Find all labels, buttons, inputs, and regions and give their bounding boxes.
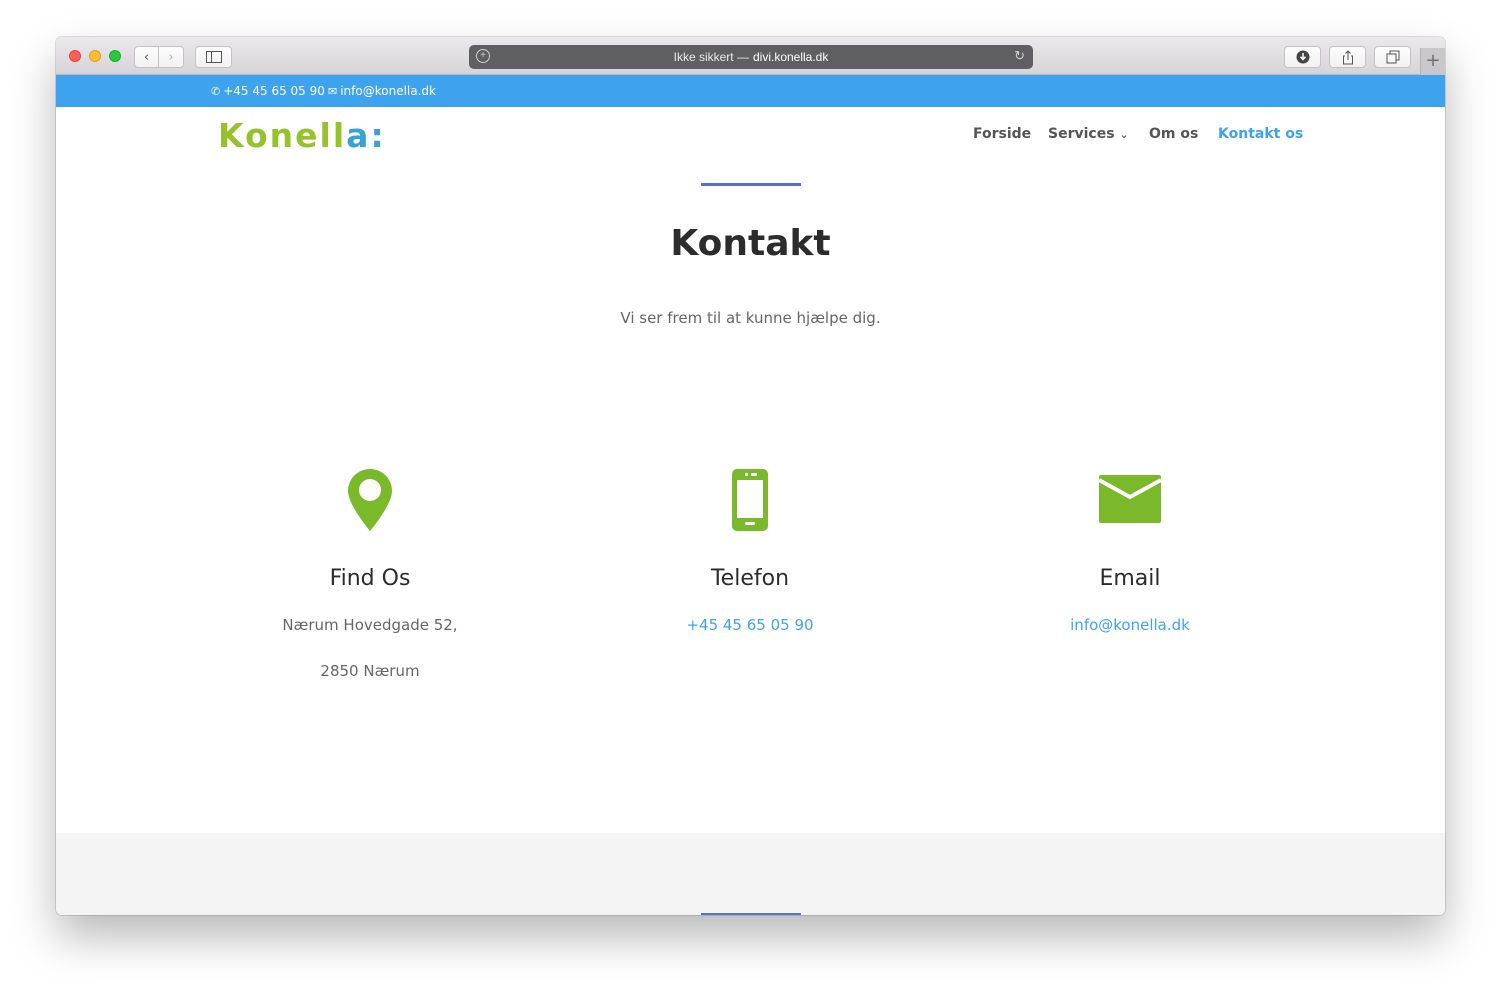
- address-bar[interactable]: + Ikke sikkert — divi.konella.dk ↻: [469, 45, 1033, 69]
- mail-icon: ✉: [328, 84, 338, 98]
- nav-services-label: Services: [1048, 126, 1115, 142]
- security-status: Ikke sikkert —: [673, 50, 749, 64]
- add-bookmark-icon[interactable]: +: [476, 49, 490, 63]
- share-icon: [1342, 49, 1353, 64]
- next-section: [56, 833, 1445, 915]
- sidebar-toggle-button[interactable]: [195, 46, 232, 68]
- minimize-window-button[interactable]: [89, 50, 101, 62]
- section-divider-bottom: [701, 913, 801, 915]
- back-button[interactable]: ‹: [134, 46, 159, 68]
- reload-icon[interactable]: ↻: [1014, 48, 1025, 64]
- phone-link[interactable]: +45 45 65 05 90: [560, 616, 940, 634]
- email-link[interactable]: info@konella.dk: [940, 616, 1320, 634]
- browser-toolbar: ‹ › + Ikke sikkert — divi.konella.dk ↻ +: [56, 37, 1445, 75]
- location-icon-wrapper: [180, 469, 560, 533]
- envelope-icon: [1099, 475, 1161, 523]
- phone-icon: ✆: [211, 84, 221, 98]
- phone-title: Telefon: [710, 566, 790, 591]
- address-street: Nærum Hovedgade 52,: [282, 616, 458, 634]
- download-icon: [1296, 50, 1309, 64]
- chevron-down-icon: ⌄: [1119, 128, 1129, 141]
- address-city: 2850 Nærum: [320, 662, 420, 680]
- sidebar-icon: [205, 51, 222, 63]
- nav-om-os[interactable]: Om os: [1149, 126, 1198, 142]
- chevron-right-icon: ›: [168, 49, 174, 65]
- page-title: Kontakt: [670, 223, 831, 264]
- nav-forside[interactable]: Forside: [973, 126, 1031, 142]
- phone-icon-wrapper: [560, 469, 940, 533]
- logo-accent: a: [346, 116, 371, 155]
- logo-colon: :: [370, 116, 386, 155]
- tabs-overview-icon: [1386, 50, 1399, 64]
- find-us-title: Find Os: [329, 566, 411, 591]
- email-icon-wrapper: [940, 469, 1320, 533]
- email-title: Email: [1099, 566, 1161, 591]
- nav-kontakt-os[interactable]: Kontakt os: [1218, 126, 1303, 142]
- section-divider: [701, 183, 801, 186]
- browser-window: ‹ › + Ikke sikkert — divi.konella.dk ↻ +…: [56, 37, 1445, 915]
- page-subtitle: Vi ser frem til at kunne hjælpe dig.: [620, 309, 881, 327]
- zoom-window-button[interactable]: [109, 50, 121, 62]
- logo-text: Konell: [218, 116, 347, 155]
- mobile-phone-icon: [732, 469, 768, 531]
- chevron-left-icon: ‹: [143, 49, 150, 65]
- url-domain: divi.konella.dk: [752, 50, 829, 64]
- site-logo[interactable]: Konella:: [218, 116, 386, 155]
- location-pin-icon: [348, 469, 392, 531]
- nav-services[interactable]: Services ⌄: [1048, 126, 1129, 142]
- contact-top-bar: ✆ +45 45 65 05 90 ✉ info@konella.dk: [56, 75, 1445, 107]
- share-button[interactable]: [1329, 46, 1366, 68]
- topbar-phone-text: +45 45 65 05 90: [223, 84, 325, 98]
- topbar-phone[interactable]: ✆ +45 45 65 05 90: [211, 84, 325, 98]
- contact-section: Kontakt Vi ser frem til at kunne hjælpe …: [56, 161, 1445, 833]
- topbar-email[interactable]: ✉ info@konella.dk: [328, 84, 436, 98]
- new-tab-button[interactable]: +: [1420, 48, 1445, 75]
- downloads-button[interactable]: [1284, 46, 1321, 68]
- plus-icon: +: [1425, 50, 1441, 71]
- site-header: Konella: Forside Services ⌄ Om os Kontakt…: [56, 107, 1445, 161]
- close-window-button[interactable]: [69, 50, 81, 62]
- forward-button[interactable]: ›: [159, 46, 184, 68]
- topbar-email-text: info@konella.dk: [340, 84, 436, 98]
- show-tabs-button[interactable]: [1374, 46, 1411, 68]
